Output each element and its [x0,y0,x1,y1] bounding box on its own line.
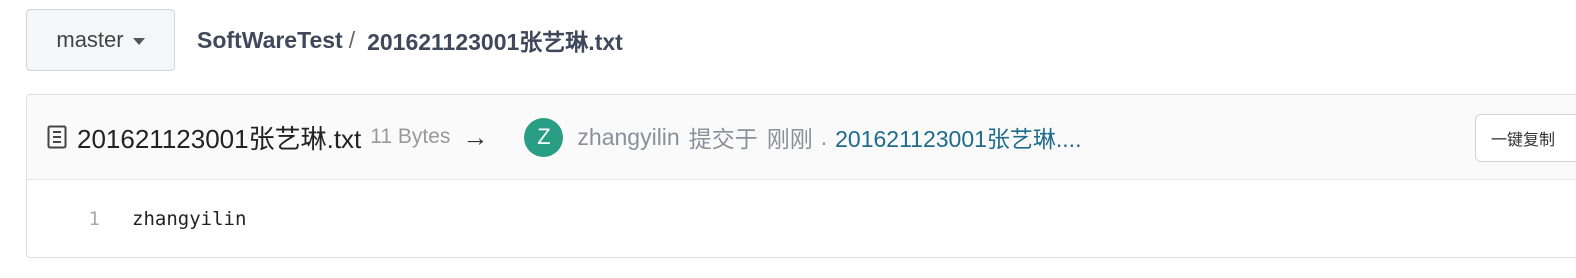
commit-verb: 提交于 [688,126,758,152]
file-text-icon [47,125,67,149]
breadcrumb-repo[interactable]: SoftWareTest [197,27,343,54]
commit-author[interactable]: zhangyilin [577,124,679,151]
branch-dropdown[interactable]: master [26,9,175,71]
file-viewer: 201621123001张艺琳.txt 11 Bytes → Z zhangyi… [26,94,1576,258]
commit-message-link[interactable]: 201621123001张艺琳.... [835,120,1081,154]
commit-time: 刚刚 [766,126,813,152]
line-number[interactable]: 1 [27,208,132,230]
breadcrumb: SoftWareTest / 201621123001张艺琳.txt [197,23,623,57]
separator-dot: . [820,123,828,150]
author-avatar[interactable]: Z [524,117,564,157]
top-bar: master SoftWareTest / 201621123001张艺琳.tx… [26,9,623,71]
branch-label: master [56,27,124,52]
arrow-right-icon: → [462,121,489,152]
code-area: 1 zhangyilin [27,180,1576,230]
file-size: 11 Bytes [370,125,451,148]
code-line: zhangyilin [132,208,247,230]
breadcrumb-file: 201621123001张艺琳.txt [367,29,623,55]
file-header: 201621123001张艺琳.txt 11 Bytes → Z zhangyi… [27,95,1576,180]
file-name: 201621123001张艺琳.txt [77,123,362,154]
breadcrumb-separator: / [348,26,356,53]
caret-down-icon [132,37,145,45]
copy-button[interactable]: 一键复制 [1475,114,1576,162]
